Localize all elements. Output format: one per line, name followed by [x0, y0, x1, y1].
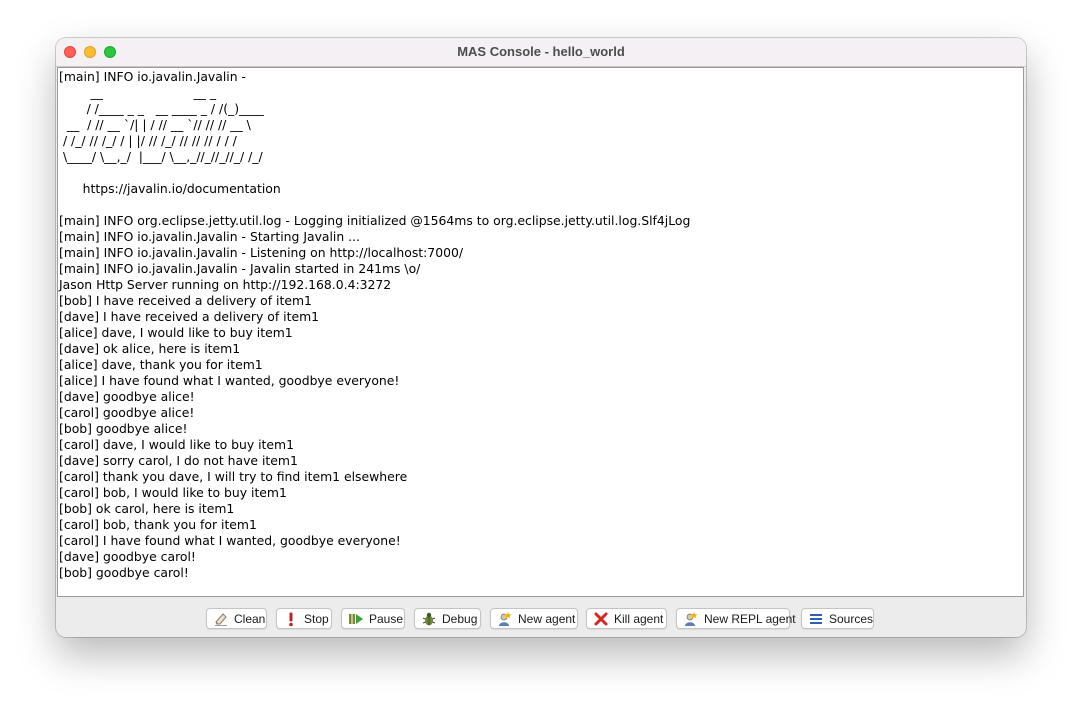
new-repl-agent-button[interactable]: New REPL agent — [676, 608, 796, 629]
red-x-icon — [593, 611, 609, 627]
console-line: / /_/ // /_/ / | |/ // /_/ // // // / / … — [59, 133, 237, 148]
stop-button-label: Stop — [304, 611, 329, 626]
console-line: [bob] goodbye alice! — [59, 421, 188, 436]
console-line: [dave] goodbye carol! — [59, 549, 196, 564]
console-line: __ / // __ `/| | / // __ `// // // __ \ — [59, 117, 251, 132]
new-agent-button[interactable]: New agent — [490, 608, 578, 629]
console-line: [bob] I have received a delivery of item… — [59, 293, 312, 308]
console-line: [dave] I have received a delivery of ite… — [59, 309, 320, 324]
console-line: [main] INFO org.eclipse.jetty.util.log -… — [59, 213, 691, 228]
list-icon — [808, 611, 824, 627]
new-repl-agent-button-label: New REPL agent — [704, 611, 796, 626]
console-line: https://javalin.io/documentation — [59, 181, 281, 196]
console-line: / /____ _ _ __ ____ _ / /(_)____ — [59, 101, 264, 116]
kill-agent-button-label: Kill agent — [614, 611, 664, 626]
console-line: [main] INFO io.javalin.Javalin - Startin… — [59, 229, 360, 244]
console-line: [bob] ok carol, here is item1 — [59, 501, 235, 516]
console-line: [carol] goodbye alice! — [59, 405, 195, 420]
console-line: [carol] thank you dave, I will try to fi… — [59, 469, 408, 484]
console-line: [main] INFO io.javalin.Javalin - Javalin… — [59, 261, 421, 276]
debug-button-label: Debug — [442, 611, 478, 626]
exclamation-icon — [283, 611, 299, 627]
toolbar: Clean Stop Pause Debug New agent Kill ag… — [56, 598, 1026, 637]
sources-button[interactable]: Sources — [801, 608, 874, 629]
console-line: [main] INFO io.javalin.Javalin - — [59, 69, 247, 84]
window-title: MAS Console - hello_world — [457, 44, 625, 59]
console-line: [carol] dave, I would like to buy item1 — [59, 437, 294, 452]
console-line: [dave] ok alice, here is item1 — [59, 341, 241, 356]
title-bar[interactable]: MAS Console - hello_world — [56, 38, 1026, 67]
console-output[interactable]: [main] INFO io.javalin.Javalin - __ __ _… — [57, 67, 1024, 597]
console-log: [main] INFO io.javalin.Javalin - __ __ _… — [58, 68, 1023, 581]
console-line: [alice] dave, thank you for item1 — [59, 357, 263, 372]
stop-button[interactable]: Stop — [276, 608, 332, 629]
debug-button[interactable]: Debug — [414, 608, 481, 629]
console-line: \____/ \__,_/ |___/ \__,_//_//_//_/ /_/ — [59, 149, 263, 164]
new-agent-button-label: New agent — [518, 611, 576, 626]
console-line: __ __ _ — [59, 85, 217, 100]
console-line: [alice] I have found what I wanted, good… — [59, 373, 400, 388]
clean-button[interactable]: Clean — [206, 608, 267, 629]
console-line: [carol] bob, thank you for item1 — [59, 517, 257, 532]
sources-button-label: Sources — [829, 611, 874, 626]
bug-icon — [421, 611, 437, 627]
pause-button-label: Pause — [369, 611, 404, 626]
console-line: [dave] goodbye alice! — [59, 389, 195, 404]
new-agent-icon — [497, 611, 513, 627]
console-line: [carol] I have found what I wanted, good… — [59, 533, 401, 548]
kill-agent-button[interactable]: Kill agent — [586, 608, 667, 629]
console-line: [alice] dave, I would like to buy item1 — [59, 325, 293, 340]
play-pause-icon — [348, 611, 364, 627]
pause-button[interactable]: Pause — [341, 608, 405, 629]
console-line: Jason Http Server running on http://192.… — [59, 277, 392, 292]
eraser-icon — [213, 611, 229, 627]
console-line: [carol] bob, I would like to buy item1 — [59, 485, 287, 500]
console-line: [main] INFO io.javalin.Javalin - Listeni… — [59, 245, 464, 260]
console-line: [bob] goodbye carol! — [59, 565, 189, 580]
clean-button-label: Clean — [234, 611, 266, 626]
console-line: [dave] sorry carol, I do not have item1 — [59, 453, 298, 468]
new-repl-agent-icon — [683, 611, 699, 627]
app-window: MAS Console - hello_world [main] INFO io… — [56, 38, 1026, 637]
